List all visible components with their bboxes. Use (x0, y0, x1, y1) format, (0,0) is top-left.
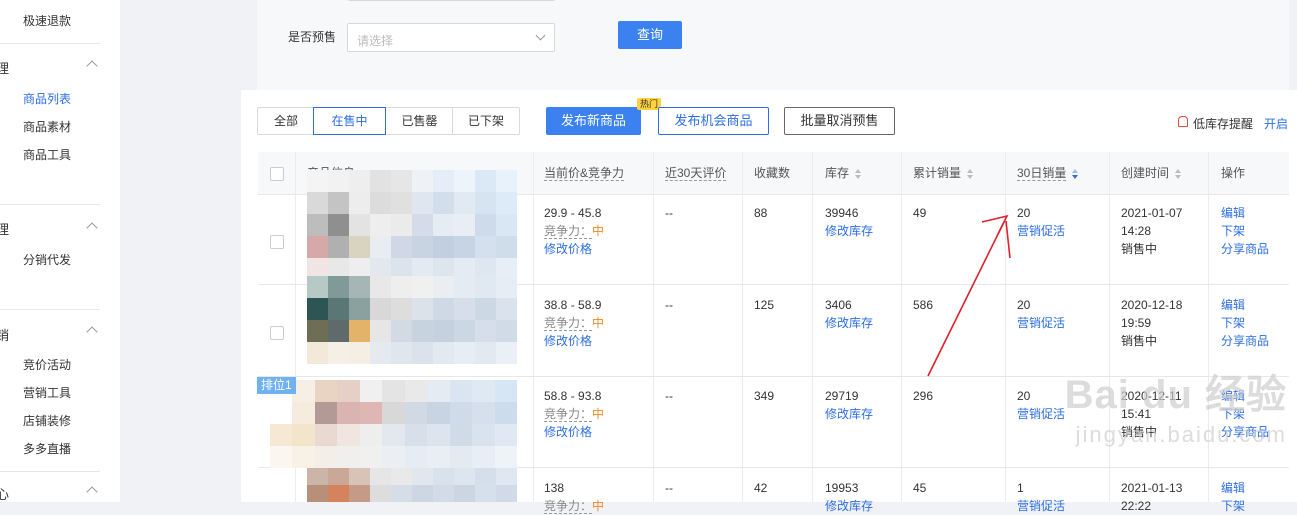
watermark-brand: Bai du 经验 (1064, 373, 1287, 417)
arrow-stem (1005, 220, 1011, 259)
watermark-url: jingyan.baidu.com (1075, 422, 1287, 447)
arrow-shaft (927, 221, 1005, 377)
tab-on-sale[interactable]: 在售中 (313, 107, 386, 135)
baidu-jingyan-watermark: Bai du 经验 jingyan.baidu.com (1065, 362, 1287, 448)
arrow-head (981, 214, 1009, 235)
